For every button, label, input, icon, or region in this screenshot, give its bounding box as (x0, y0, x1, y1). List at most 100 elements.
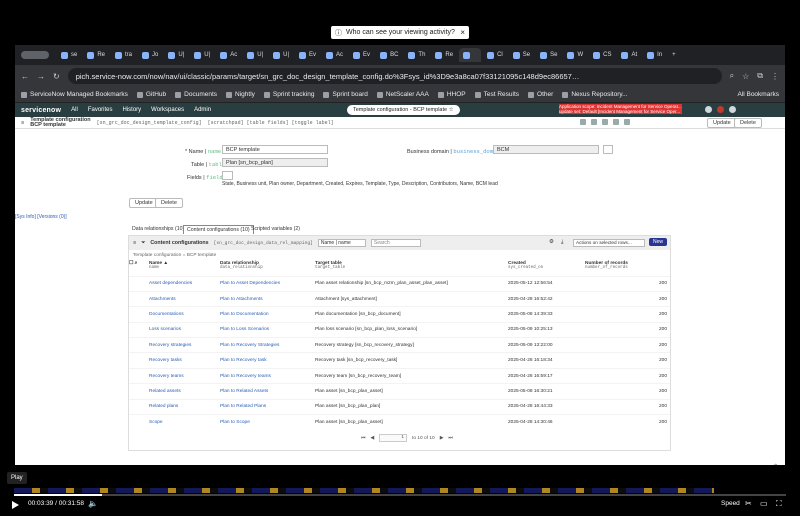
record-link[interactable]: Attachments (149, 297, 176, 302)
scope-indicator[interactable]: Application scope: Incident Management f… (559, 104, 682, 114)
browser-tab[interactable]: U| (269, 48, 293, 62)
browser-tab[interactable]: At (617, 48, 641, 62)
bookmark-item[interactable]: GitHub (136, 91, 166, 98)
browser-tab[interactable]: Ev (295, 48, 320, 62)
bookmark-item[interactable]: HHOP (437, 91, 466, 98)
download-icon[interactable]: ⤓ (561, 239, 563, 246)
menu-icon[interactable]: ⋮ (771, 72, 779, 81)
table-row[interactable]: Asset dependencies Plan to Asset Dependen… (129, 275, 670, 292)
browser-tab[interactable]: W (563, 48, 587, 62)
all-bookmarks[interactable]: All Bookmarks (737, 91, 779, 98)
row-checkbox[interactable] (129, 321, 149, 338)
relationship-link[interactable]: Plan to Loss Scenarios (220, 327, 269, 332)
bookmark-item[interactable]: Test Results (474, 91, 519, 98)
table-row[interactable]: Related assets Plan to Related Assets Plan… (129, 383, 670, 400)
first-page-icon[interactable]: ⏮ (361, 435, 365, 441)
relationship-link[interactable]: Plan to Asset Dependencies (220, 281, 280, 286)
business-domain-field[interactable]: BCM (493, 145, 599, 154)
star-icon[interactable]: ☆ (742, 72, 749, 81)
column-header[interactable]: Name ▲ name (149, 260, 220, 276)
row-checkbox[interactable] (129, 414, 149, 430)
column-header[interactable]: Target table target_table (315, 260, 508, 276)
more-icon[interactable] (624, 119, 630, 125)
share-banner[interactable]: ⓘ Who can see your viewing activity? × (331, 26, 469, 39)
nav-history[interactable]: History (123, 107, 142, 113)
browser-tab[interactable]: Re (431, 48, 457, 62)
row-checkbox[interactable] (129, 352, 149, 369)
search-input[interactable]: Search (370, 239, 421, 247)
tab-content-configurations[interactable]: Content configurations (10) (183, 225, 254, 234)
relationship-link[interactable]: Plan to Scope (220, 420, 250, 425)
new-button[interactable]: New (649, 238, 668, 246)
browser-tab[interactable]: Th (404, 48, 429, 62)
nav-all[interactable]: All (71, 107, 78, 113)
browser-tab[interactable]: tra (111, 48, 136, 62)
browser-tab[interactable]: U| (243, 48, 267, 62)
bookmark-item[interactable]: Sprint board (323, 91, 368, 98)
lock-icon[interactable] (222, 171, 233, 180)
browser-tab[interactable]: Se (536, 48, 561, 62)
nav-favorites[interactable]: Favorites (88, 107, 113, 113)
table-row[interactable]: Recovery teams Plan to Recovery teams Reco… (129, 367, 670, 384)
record-link[interactable]: Recovery tasks (149, 358, 182, 363)
bookmark-item[interactable]: Nexus Repository... (562, 91, 628, 98)
prev-page-icon[interactable]: ◀ (370, 436, 374, 441)
bookmark-item[interactable]: Other (528, 91, 553, 98)
column-header[interactable]: Created sys_created_on (508, 260, 585, 276)
table-row[interactable]: Recovery tasks Plan to Recovery task Recov… (129, 352, 670, 369)
column-header[interactable]: Data relationship data_relationship (220, 260, 315, 276)
browser-tab[interactable]: CS (589, 48, 615, 62)
last-page-icon[interactable]: ⏭ (448, 435, 452, 441)
tab-data-relationships[interactable]: Data relationships (10) (129, 225, 187, 233)
table-row[interactable]: Related plans Plan to Related Plans Plan a… (129, 398, 670, 415)
browser-tab[interactable]: Cl (483, 48, 507, 62)
scissors-icon[interactable]: ✂ (745, 499, 752, 508)
update-button-top[interactable]: Update (707, 118, 737, 128)
bookmark-item[interactable]: Documents (175, 91, 217, 98)
new-tab-button[interactable]: + (668, 48, 690, 62)
row-checkbox[interactable] (129, 367, 149, 384)
sys-info-link[interactable]: [Sys Info] [Versions (0)] (15, 214, 67, 220)
row-checkbox[interactable] (129, 337, 149, 353)
filter-icon[interactable]: ⏷ (141, 240, 145, 247)
record-link[interactable]: Documentations (149, 312, 184, 317)
speed-button[interactable]: Speed (721, 500, 740, 507)
close-icon[interactable]: × (460, 28, 465, 37)
row-checkbox[interactable] (129, 290, 149, 307)
record-link[interactable]: Scope (149, 420, 163, 425)
tab-scripted-variables[interactable]: Scripted variables (2) (248, 225, 303, 233)
page-input[interactable]: 1 (379, 434, 408, 442)
globe-icon[interactable] (705, 106, 712, 113)
form-header-links[interactable]: [scratchpad] [table fields] [toggle labe… (208, 120, 334, 126)
row-checkbox[interactable] (129, 306, 149, 323)
nav-admin[interactable]: Admin (194, 107, 211, 113)
breadcrumb[interactable]: Template configuration = BCP template (129, 250, 670, 260)
window-controls[interactable] (21, 51, 49, 59)
relationship-link[interactable]: Plan to Recovery teams (220, 374, 271, 379)
record-link[interactable]: Related plans (149, 404, 178, 409)
table-row[interactable]: Attachments Plan to Attachments Attachment… (129, 290, 670, 307)
volume-icon[interactable]: 🔈 (88, 499, 98, 508)
table-row[interactable]: Scope Plan to Scope Plan asset [sn_bcp_pla… (129, 414, 670, 430)
delete-button[interactable]: Delete (155, 198, 183, 208)
browser-tab[interactable]: Ev (349, 48, 374, 62)
avatar[interactable] (717, 106, 724, 113)
bookmark-item[interactable]: Sprint tracking (263, 91, 314, 98)
browser-tab[interactable]: In (643, 48, 666, 62)
activity-icon[interactable] (602, 119, 608, 125)
zoom-icon[interactable]: ⌕ (730, 71, 734, 81)
actions-select[interactable]: Actions on selected rows... (573, 239, 645, 247)
search-field-select[interactable]: Name | name (317, 239, 366, 247)
bookmark-item[interactable]: Nightly (226, 91, 255, 98)
browser-tab[interactable]: Re (83, 48, 109, 62)
relationship-link[interactable]: Plan to Documentation (220, 312, 269, 317)
nav-workspaces[interactable]: Workspaces (151, 107, 184, 113)
fullscreen-icon[interactable]: ⛶ (776, 499, 782, 509)
record-link[interactable]: Asset dependencies (149, 281, 192, 286)
row-checkbox[interactable] (129, 398, 149, 415)
record-link[interactable]: Loss scenarios (149, 327, 181, 332)
github-icon[interactable] (591, 119, 597, 125)
browser-tab[interactable]: U| (190, 48, 214, 62)
extensions-icon[interactable]: ⧉ (757, 71, 763, 81)
delete-button-top[interactable]: Delete (734, 118, 762, 128)
